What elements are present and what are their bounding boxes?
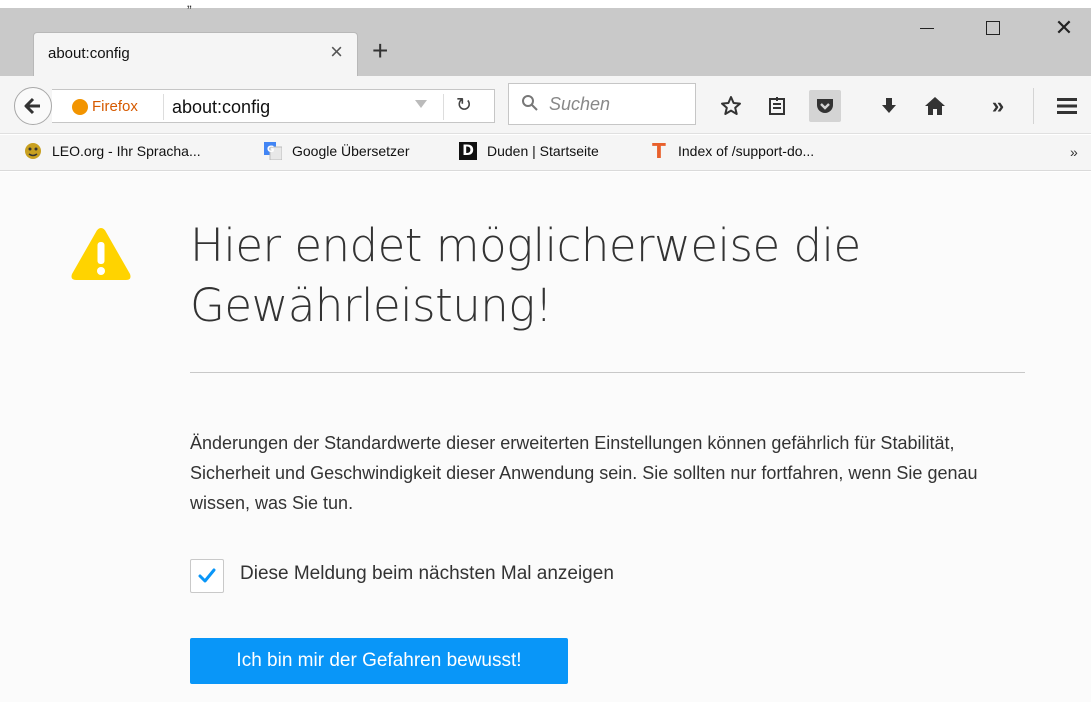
navigation-toolbar: Firefox about:config ↻ Suchen » — [0, 76, 1091, 134]
stray-quote-mark: „ — [187, 0, 192, 10]
toolbar-overflow-icon[interactable]: » — [982, 90, 1014, 122]
page-content: Hier endet möglicherweise die Gewährleis… — [0, 172, 1091, 702]
identity-label: Firefox — [92, 98, 138, 115]
bookmarks-overflow-icon[interactable]: » — [1070, 144, 1078, 160]
bookmark-label: Google Übersetzer — [292, 143, 410, 159]
url-input[interactable]: about:config — [172, 97, 270, 118]
menu-hamburger-icon[interactable] — [1051, 90, 1083, 122]
bookmark-leo[interactable]: LEO.org - Ihr Spracha... — [24, 142, 201, 160]
reload-icon[interactable]: ↻ — [456, 94, 472, 117]
back-arrow-icon — [24, 97, 40, 115]
google-translate-favicon-icon: G — [264, 142, 282, 160]
search-placeholder: Suchen — [549, 94, 611, 114]
new-tab-icon[interactable]: + — [372, 37, 388, 65]
leo-favicon-icon — [24, 142, 42, 160]
t-favicon-icon: T — [652, 139, 666, 163]
top-strip — [0, 0, 1091, 8]
toolbar-divider — [1033, 88, 1034, 124]
pocket-icon[interactable] — [809, 90, 841, 122]
tab-about-config[interactable]: about:config × — [33, 32, 358, 76]
title-divider — [190, 372, 1025, 373]
identity-box[interactable]: Firefox — [72, 98, 138, 115]
svg-text:G: G — [267, 145, 274, 155]
maximize-icon — [986, 21, 1000, 35]
maximize-button[interactable] — [978, 16, 1008, 40]
duden-favicon-icon: D — [459, 142, 477, 160]
firefox-icon — [72, 98, 88, 115]
history-dropdown-icon[interactable] — [415, 100, 427, 108]
page-title: Hier endet möglicherweise die Gewährleis… — [190, 219, 861, 332]
checkmark-icon — [198, 568, 216, 583]
bookmark-label: LEO.org - Ihr Spracha... — [52, 143, 201, 159]
minimize-button[interactable] — [912, 16, 942, 40]
bookmarks-toolbar: LEO.org - Ihr Spracha... G Google Überse… — [0, 135, 1091, 171]
bookmark-support-index[interactable]: T Index of /support-do... — [650, 139, 815, 163]
accept-risk-button[interactable]: Ich bin mir der Gefahren bewusst! — [190, 638, 568, 684]
url-bar[interactable]: Firefox about:config ↻ — [52, 89, 495, 123]
home-icon[interactable] — [919, 90, 951, 122]
window-close-button[interactable]: ✕ — [1049, 15, 1079, 40]
show-warning-checkbox[interactable] — [190, 559, 224, 593]
tab-title: about:config — [48, 45, 130, 62]
warning-description: Änderungen der Standardwerte dieser erwe… — [190, 433, 978, 513]
downloads-icon[interactable] — [873, 90, 905, 122]
url-separator — [443, 94, 444, 120]
bookmark-star-icon[interactable] — [715, 90, 747, 122]
search-icon — [522, 95, 538, 111]
back-button[interactable] — [14, 87, 52, 125]
title-bar: „ about:config × + ✕ — [0, 0, 1091, 76]
bookmark-label: Duden | Startseite — [487, 143, 599, 159]
bookmarks-menu-icon[interactable] — [761, 90, 793, 122]
bookmark-label: Index of /support-do... — [678, 143, 815, 159]
tab-close-icon[interactable]: × — [330, 41, 343, 63]
bookmark-duden[interactable]: D Duden | Startseite — [459, 142, 599, 160]
minimize-icon — [920, 27, 934, 29]
checkbox-label[interactable]: Diese Meldung beim nächsten Mal anzeigen — [240, 563, 614, 585]
search-input[interactable]: Suchen — [508, 83, 696, 125]
close-icon: ✕ — [1054, 15, 1074, 40]
url-separator — [163, 94, 164, 120]
bookmark-google-translate[interactable]: G Google Übersetzer — [264, 142, 410, 160]
warning-icon — [71, 228, 131, 280]
